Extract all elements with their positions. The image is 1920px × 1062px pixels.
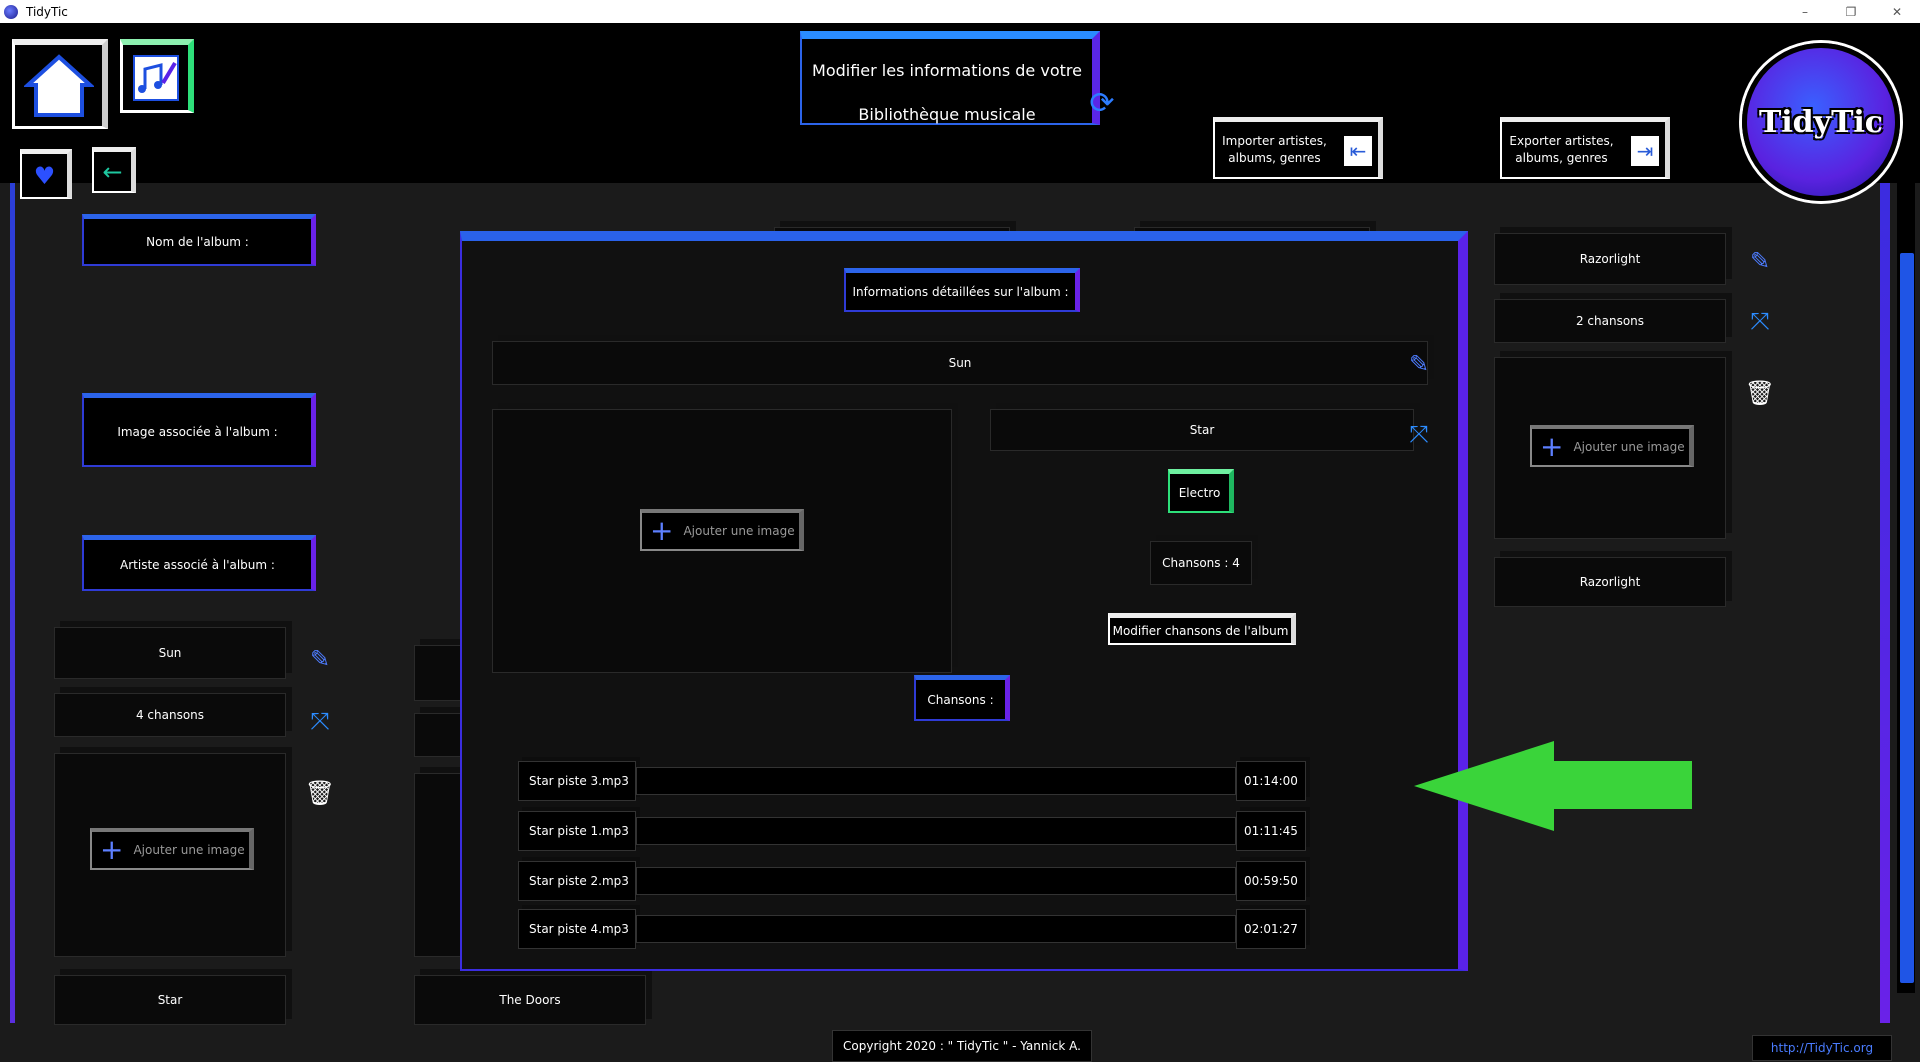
middle-card-image-area — [414, 773, 464, 957]
song-name: Star piste 2.mp3 — [518, 861, 636, 901]
home-icon — [23, 53, 94, 117]
green-arrow-annotation — [1414, 741, 1692, 831]
add-image-label: Ajouter une image — [1573, 440, 1685, 454]
album-image-label: Image associée à l'album : — [82, 393, 316, 467]
plus-icon: + — [1540, 430, 1564, 463]
song-row[interactable]: Star piste 4.mp3 02:01:27 — [518, 909, 1318, 949]
song-duration: 01:14:00 — [1236, 761, 1306, 801]
modal-album-name: Sun — [492, 341, 1428, 385]
middle-card-count — [414, 713, 464, 757]
home-button[interactable] — [12, 39, 108, 129]
right-card-artist: Razorlight — [1494, 557, 1726, 607]
export-label-line1: Exporter artistes, — [1509, 133, 1614, 148]
middle-card-artist: The Doors — [414, 975, 646, 1025]
modal-artist: Star — [990, 409, 1414, 451]
album-name-label: Nom de l'album : — [82, 214, 316, 266]
left-card-add-image-button[interactable]: + Ajouter une image — [90, 828, 254, 870]
left-card-song-count: 4 chansons — [54, 693, 286, 737]
song-name: Star piste 3.mp3 — [518, 761, 636, 801]
modal-songs-count: Chansons : 4 — [1150, 541, 1252, 585]
songs-header: Chansons : — [914, 675, 1010, 721]
favorites-button[interactable]: ♥ — [20, 149, 72, 199]
genre-badge: Electro — [1168, 469, 1234, 513]
page-title-line1: Modifier les informations de votre — [812, 61, 1082, 80]
import-icon: ⇤ — [1344, 136, 1372, 166]
arrow-left-icon: ← — [102, 157, 123, 186]
tidytic-logo: TidyTic — [1742, 43, 1900, 201]
plus-icon: + — [650, 514, 674, 547]
app-icon — [4, 4, 18, 19]
import-button[interactable]: Importer artistes, albums, genres ⇤ — [1213, 117, 1383, 179]
copyright-text: Copyright 2020 : " TidyTic " - Yannick A… — [832, 1030, 1092, 1062]
modal-title: Informations détaillées sur l'album : — [844, 268, 1080, 312]
music-edit-icon — [132, 54, 179, 101]
right-card-album-name: Razorlight — [1494, 233, 1726, 285]
song-progress-bar — [636, 867, 1236, 895]
song-progress-bar — [636, 767, 1236, 795]
refresh-icon[interactable]: ⟳ — [1085, 83, 1119, 123]
expand-icon[interactable]: ⤧ — [302, 703, 338, 739]
left-card-artist: Star — [54, 975, 286, 1025]
left-card-album-name: Sun — [54, 627, 286, 679]
page-title-line2: Bibliothèque musicale — [858, 105, 1036, 124]
scrollbar-thumb[interactable] — [1900, 253, 1914, 983]
export-label-line2: albums, genres — [1515, 150, 1608, 165]
app-root: ♥ ← Modifier les informations de votre B… — [0, 23, 1920, 1062]
right-card-add-image-button[interactable]: + Ajouter une image — [1530, 425, 1694, 467]
add-image-label: Ajouter une image — [133, 843, 245, 857]
import-label-line2: albums, genres — [1228, 150, 1321, 165]
left-accent-bar — [10, 183, 15, 1023]
right-accent-bar — [1880, 183, 1890, 1023]
pencil-icon[interactable]: ✎ — [1742, 243, 1778, 279]
modify-songs-button[interactable]: Modifier chansons de l'album — [1108, 613, 1296, 645]
trash-icon[interactable]: 🗑 — [1742, 373, 1778, 413]
logo-text: TidyTic — [1758, 104, 1884, 140]
song-progress-bar — [636, 817, 1236, 845]
export-icon: ⇥ — [1631, 136, 1659, 166]
pencil-icon[interactable]: ✎ — [1400, 345, 1438, 383]
modal-add-image-button[interactable]: + Ajouter une image — [640, 509, 804, 551]
expand-icon[interactable]: ⤧ — [1742, 303, 1778, 339]
add-image-label: Ajouter une image — [683, 524, 795, 538]
page-title: Modifier les informations de votre Bibli… — [800, 31, 1100, 125]
window-controls: – ❐ ✕ — [1782, 0, 1920, 23]
song-row[interactable]: Star piste 1.mp3 01:11:45 — [518, 811, 1318, 851]
pencil-icon[interactable]: ✎ — [302, 641, 338, 677]
song-duration: 02:01:27 — [1236, 909, 1306, 949]
minimize-button[interactable]: – — [1782, 0, 1828, 23]
import-label-line1: Importer artistes, — [1222, 133, 1327, 148]
music-library-button[interactable] — [120, 39, 194, 113]
song-duration: 00:59:50 — [1236, 861, 1306, 901]
song-row[interactable]: Star piste 3.mp3 01:14:00 — [518, 761, 1318, 801]
song-progress-bar — [636, 915, 1236, 943]
close-button[interactable]: ✕ — [1874, 0, 1920, 23]
expand-icon[interactable]: ⤧ — [1400, 415, 1438, 453]
export-button[interactable]: Exporter artistes, albums, genres ⇥ — [1500, 117, 1670, 179]
window-title: TidyTic — [26, 4, 68, 19]
song-row[interactable]: Star piste 2.mp3 00:59:50 — [518, 861, 1318, 901]
middle-card-name — [414, 645, 464, 701]
heart-icon: ♥ — [33, 161, 56, 190]
plus-icon: + — [100, 833, 124, 866]
back-button[interactable]: ← — [92, 147, 136, 193]
website-link[interactable]: http://TidyTic.org — [1752, 1035, 1892, 1061]
right-card-song-count: 2 chansons — [1494, 299, 1726, 343]
song-name: Star piste 4.mp3 — [518, 909, 636, 949]
restore-button[interactable]: ❐ — [1828, 0, 1874, 23]
song-name: Star piste 1.mp3 — [518, 811, 636, 851]
song-duration: 01:11:45 — [1236, 811, 1306, 851]
album-artist-label: Artiste associé à l'album : — [82, 535, 316, 591]
window-titlebar: TidyTic – ❐ ✕ — [0, 0, 1920, 23]
trash-icon[interactable]: 🗑 — [302, 773, 338, 813]
